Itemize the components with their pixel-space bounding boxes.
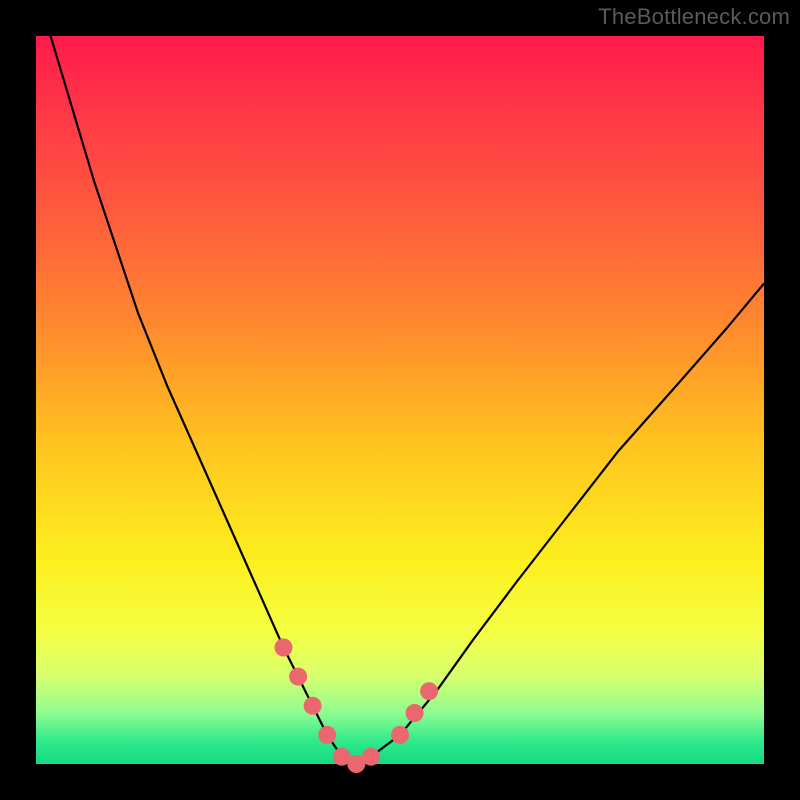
curve-marker — [275, 639, 293, 657]
watermark-text: TheBottleneck.com — [598, 4, 790, 30]
chart-frame: TheBottleneck.com — [0, 0, 800, 800]
curve-marker — [289, 668, 307, 686]
marker-group — [275, 639, 439, 774]
curve-marker — [420, 682, 438, 700]
curve-marker — [406, 704, 424, 722]
curve-marker — [362, 748, 380, 766]
curve-marker — [304, 697, 322, 715]
curve-layer — [36, 36, 764, 764]
bottleneck-curve — [36, 0, 764, 764]
curve-marker — [318, 726, 336, 744]
plot-area — [36, 36, 764, 764]
curve-marker — [391, 726, 409, 744]
